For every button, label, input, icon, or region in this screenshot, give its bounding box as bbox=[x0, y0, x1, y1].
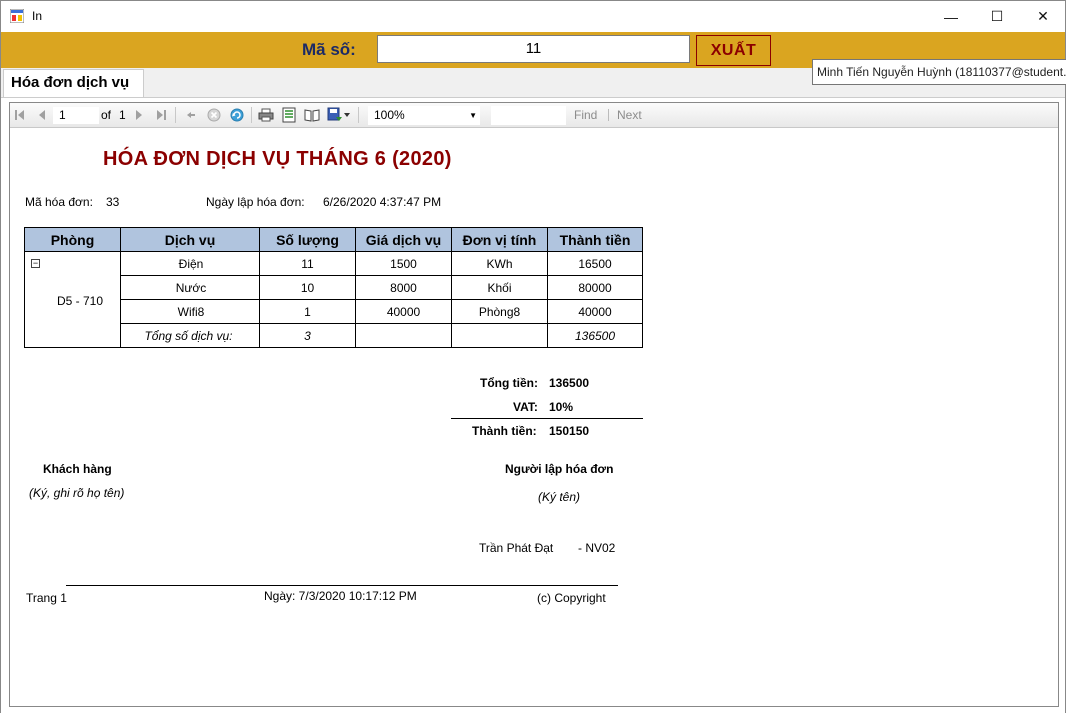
service-price: 1500 bbox=[355, 251, 452, 276]
footer-date: Ngày: 7/3/2020 10:17:12 PM bbox=[264, 589, 417, 603]
service-name: Điện bbox=[120, 251, 260, 276]
window-title: In bbox=[32, 9, 43, 23]
summary-count: 3 bbox=[259, 323, 356, 348]
summary-empty bbox=[451, 323, 548, 348]
header-thanh-tien: Thành tiền bbox=[547, 227, 643, 252]
table-header-row: Phòng Dịch vụ Số lượng Giá dịch vụ Đơn v… bbox=[24, 227, 643, 252]
report-page: HÓA ĐƠN DỊCH VỤ THÁNG 6 (2020) Mã hóa đơ… bbox=[10, 128, 1058, 706]
service-name: Wifi8 bbox=[120, 299, 260, 324]
page-number-input[interactable]: 1 bbox=[53, 107, 99, 124]
next-button[interactable]: Next bbox=[617, 108, 642, 122]
print-layout-icon[interactable] bbox=[281, 107, 297, 123]
totals-divider bbox=[451, 418, 643, 419]
maximize-button[interactable]: ☐ bbox=[974, 1, 1020, 32]
tong-tien-label: Tổng tiền: bbox=[480, 376, 538, 390]
footer-divider bbox=[66, 585, 618, 586]
summary-empty bbox=[355, 323, 452, 348]
page-total: 1 bbox=[119, 108, 126, 122]
app-icon bbox=[10, 9, 24, 23]
minimize-button[interactable]: — bbox=[928, 1, 974, 32]
back-icon[interactable] bbox=[183, 107, 199, 123]
export-icon[interactable] bbox=[327, 107, 343, 123]
report-title: HÓA ĐƠN DỊCH VỤ THÁNG 6 (2020) bbox=[103, 148, 452, 170]
find-button[interactable]: Find bbox=[574, 108, 597, 122]
toolbar-separator bbox=[608, 109, 609, 121]
export-dropdown-icon[interactable] bbox=[343, 107, 351, 123]
last-page-icon[interactable] bbox=[153, 107, 169, 123]
stop-icon[interactable] bbox=[206, 107, 222, 123]
toolbar-separator bbox=[175, 107, 176, 123]
vat-value: 10% bbox=[549, 400, 574, 414]
header-don-vi: Đơn vị tính bbox=[451, 227, 548, 252]
invoice-date-value: 6/26/2020 4:37:47 PM bbox=[323, 195, 442, 209]
toolbar-separator bbox=[358, 107, 359, 123]
page-setup-icon[interactable] bbox=[304, 107, 320, 123]
table-row: − D5 - 710 Điện 11 1500 KWh 16500 bbox=[24, 251, 643, 348]
ma-so-input[interactable]: 11 bbox=[377, 35, 690, 63]
page-of-label: of bbox=[101, 108, 112, 122]
next-page-icon[interactable] bbox=[131, 107, 147, 123]
header-dich-vu: Dịch vụ bbox=[120, 227, 260, 252]
chevron-down-icon: ▼ bbox=[469, 111, 477, 120]
service-qty: 11 bbox=[259, 251, 356, 276]
thanh-tien-value: 150150 bbox=[549, 424, 590, 438]
first-page-icon[interactable] bbox=[12, 107, 28, 123]
footer-copyright: (c) Copyright bbox=[537, 591, 606, 605]
close-button[interactable]: ✕ bbox=[1020, 1, 1066, 32]
summary-label: Tổng số dịch vụ: bbox=[120, 323, 260, 348]
report-viewer: 1 of 1 100% ▼ Find Next HÓA ĐƠN DỊCH VỤ … bbox=[9, 102, 1059, 707]
header-phong: Phòng bbox=[24, 227, 121, 252]
print-icon[interactable] bbox=[258, 107, 274, 123]
invoice-id-value: 33 bbox=[106, 195, 120, 209]
invoice-date-label: Ngày lập hóa đơn: bbox=[206, 195, 305, 209]
prev-page-icon[interactable] bbox=[34, 107, 50, 123]
zoom-select[interactable]: 100% ▼ bbox=[368, 106, 480, 125]
toolbar-separator bbox=[251, 107, 252, 123]
header-gia: Giá dịch vụ bbox=[355, 227, 452, 252]
collapse-toggle[interactable]: − bbox=[31, 259, 40, 268]
find-input[interactable] bbox=[491, 106, 566, 125]
service-unit: Khối bbox=[451, 275, 548, 300]
footer-page: Trang 1 bbox=[26, 591, 67, 605]
thanh-tien-label: Thành tiền: bbox=[472, 424, 537, 438]
refresh-icon[interactable] bbox=[229, 107, 245, 123]
service-total: 80000 bbox=[547, 275, 643, 300]
print-window: In — ☐ ✕ Mã số: 11 XUẤT Hóa đơn dịch vụ … bbox=[0, 0, 1066, 713]
service-total: 16500 bbox=[547, 251, 643, 276]
invoice-id-label: Mã hóa đơn: bbox=[25, 195, 93, 209]
room-name: D5 - 710 bbox=[57, 294, 104, 308]
service-qty: 10 bbox=[259, 275, 356, 300]
user-tooltip: Minh Tiến Nguyễn Huỳnh (18110377@student… bbox=[812, 59, 1066, 85]
service-unit: Phòng8 bbox=[451, 299, 548, 324]
vat-label: VAT: bbox=[513, 400, 538, 414]
issuer-label: Người lập hóa đơn bbox=[505, 462, 614, 476]
customer-label: Khách hàng bbox=[43, 462, 112, 476]
issuer-code: - NV02 bbox=[578, 541, 616, 555]
tong-tien-value: 136500 bbox=[549, 376, 590, 390]
service-total: 40000 bbox=[547, 299, 643, 324]
customer-note: (Ký, ghi rõ họ tên) bbox=[29, 486, 125, 500]
xuat-button[interactable]: XUẤT bbox=[696, 35, 771, 66]
summary-total: 136500 bbox=[547, 323, 643, 348]
service-qty: 1 bbox=[259, 299, 356, 324]
service-price: 8000 bbox=[355, 275, 452, 300]
issuer-note: (Ký tên) bbox=[538, 490, 581, 504]
service-name: Nước bbox=[120, 275, 260, 300]
issuer-name: Trần Phát Đạt bbox=[479, 541, 554, 555]
zoom-value: 100% bbox=[374, 108, 405, 122]
service-unit: KWh bbox=[451, 251, 548, 276]
report-toolbar: 1 of 1 100% ▼ Find Next bbox=[10, 103, 1058, 128]
header-so-luong: Số lượng bbox=[259, 227, 356, 252]
tab-hoa-don-dich-vu[interactable]: Hóa đơn dịch vụ bbox=[3, 69, 144, 98]
ma-so-label: Mã số: bbox=[302, 40, 356, 59]
room-cell: − D5 - 710 bbox=[24, 251, 121, 348]
service-price: 40000 bbox=[355, 299, 452, 324]
title-bar: In — ☐ ✕ bbox=[1, 1, 1065, 32]
services-table: Phòng Dịch vụ Số lượng Giá dịch vụ Đơn v… bbox=[24, 227, 643, 348]
